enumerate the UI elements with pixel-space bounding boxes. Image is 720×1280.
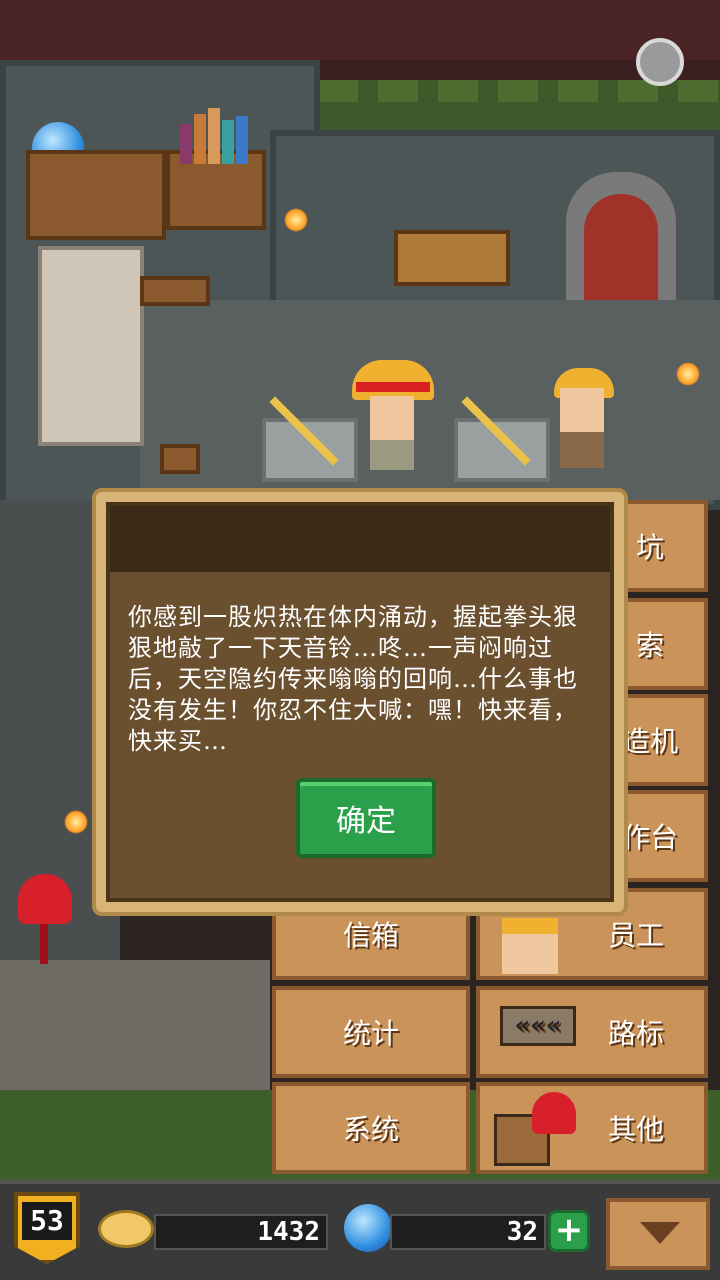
menu-item-label: 系统: [342, 1113, 399, 1146]
dialog-message: 你感到一股炽热在体内涌动，握起拳头狠狠地敲了一下天音铃…咚…一声闷响过后，天空隐…: [128, 603, 578, 755]
coin-icon: [98, 1210, 154, 1248]
staff-avatar-icon: [502, 918, 558, 974]
torch: [676, 362, 700, 386]
plus-icon: +: [554, 1210, 584, 1250]
mailbox-icon: [532, 1092, 576, 1134]
menu-item-label: 路标: [607, 1017, 664, 1050]
hero-character[interactable]: [348, 360, 438, 470]
gem-icon: [344, 1204, 392, 1252]
menu-item-statistics[interactable]: 统计: [272, 986, 470, 1078]
level-number: 53: [22, 1202, 72, 1240]
level-badge[interactable]: 53: [14, 1192, 80, 1264]
add-gems-button[interactable]: +: [548, 1210, 590, 1252]
coin-counter: 1432: [154, 1214, 328, 1250]
status-bar: 53 1432 32 +: [0, 1180, 720, 1280]
torch: [64, 810, 88, 834]
books: [180, 104, 260, 164]
stool: [160, 444, 200, 474]
shop-sign[interactable]: [394, 230, 510, 286]
message-dialog: 你感到一股炽热在体内涌动，握起拳头狠狠地敲了一下天音铃…咚…一声闷响过后，天空隐…: [92, 488, 628, 916]
menu-item-other[interactable]: 其他: [476, 1082, 708, 1174]
menu-toggle-button[interactable]: [606, 1198, 710, 1270]
arched-door[interactable]: [566, 172, 676, 300]
bench: [140, 276, 210, 306]
menu-item-label: 作台: [621, 821, 678, 854]
weapon-stand[interactable]: [262, 418, 358, 482]
menu-item-label: 员工: [607, 919, 664, 952]
chevron-down-icon: [640, 1222, 680, 1244]
menu-item-label: 索: [635, 629, 664, 662]
shopkeeper-character[interactable]: [548, 368, 618, 468]
menu-item-system[interactable]: 系统: [272, 1082, 470, 1174]
signpost-icon: «««: [500, 1006, 576, 1046]
roof: [0, 0, 720, 60]
menu-item-label: 信箱: [342, 919, 399, 952]
weapon-stand[interactable]: [454, 418, 550, 482]
menu-item-label: 造机: [621, 725, 678, 758]
confirm-button[interactable]: 确定: [296, 778, 436, 858]
gear-icon[interactable]: [620, 22, 700, 102]
dialog-header: [110, 506, 610, 572]
menu-item-signpost[interactable]: ««« 路标: [476, 986, 708, 1078]
dialog-panel: 你感到一股炽热在体内涌动，握起拳头狠狠地敲了一下天音铃…咚…一声闷响过后，天空隐…: [106, 502, 614, 902]
desk: [26, 150, 166, 240]
cobblestone-path: [0, 960, 270, 1090]
menu-item-label: 其他: [607, 1113, 664, 1146]
menu-item-label: 坑: [635, 531, 664, 564]
gem-counter: 32: [390, 1214, 546, 1250]
mailbox-icon[interactable]: [18, 874, 72, 964]
menu-item-label: 统计: [342, 1017, 399, 1050]
torch: [284, 208, 308, 232]
oven[interactable]: [38, 246, 144, 446]
